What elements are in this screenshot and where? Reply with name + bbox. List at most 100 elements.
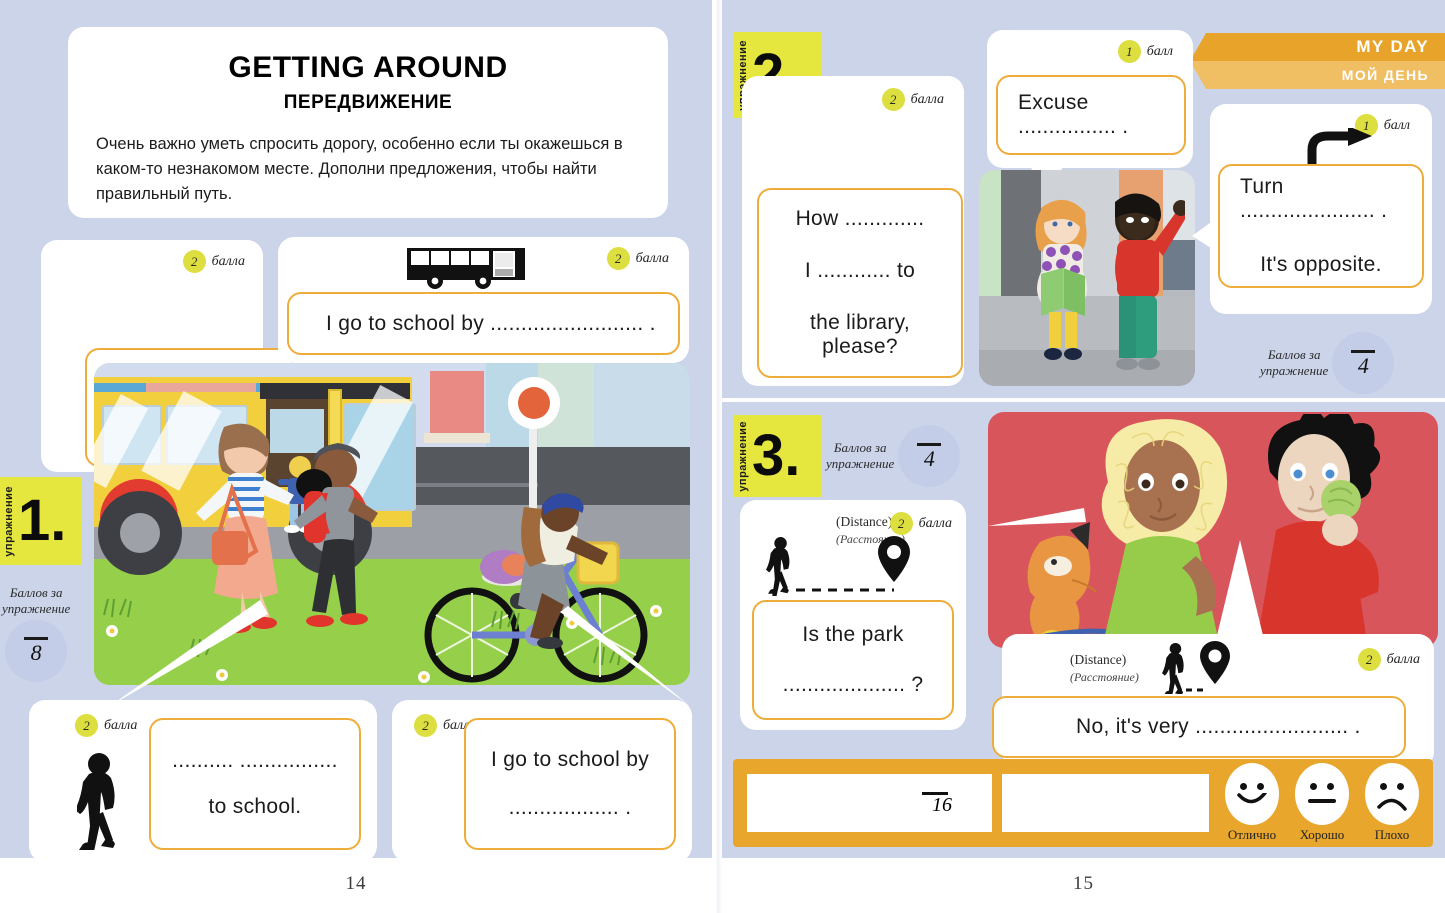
points-badge: 2 балла (881, 88, 944, 111)
answer-line-1: Excuse ................ . (1018, 91, 1129, 138)
total-score-box[interactable]: 16 (747, 774, 992, 832)
answer-box-library[interactable]: How ............. I ............ to the … (757, 188, 963, 378)
score-denominator: 4 (1357, 352, 1369, 378)
answer-box-park[interactable]: Is the park .................... ? (752, 600, 954, 720)
score-label-1: Баллов за (833, 439, 887, 455)
walking-person-icon (77, 753, 115, 850)
card-no-its-very: (Distance) (Расстояние) 2 балла No, it's… (992, 634, 1434, 768)
neutral-face-icon (1295, 763, 1349, 825)
notes-box[interactable] (1002, 774, 1209, 832)
points-badge: 2 балла (606, 247, 669, 270)
section-divider (722, 398, 1445, 402)
mood-face-happy[interactable]: Отлично (1225, 763, 1279, 843)
answer-box-bus[interactable]: I go to school by ......................… (287, 292, 680, 355)
header-card: GETTING AROUND ПЕРЕДВИЖЕНИЕ Очень важно … (68, 27, 668, 218)
answer-box-excuse[interactable]: Excuse ................ . (996, 75, 1186, 155)
page-title-ru: ПЕРЕДВИЖЕНИЕ (283, 92, 453, 113)
score-label-2: упражнение (826, 456, 895, 471)
answer-box-turn[interactable]: Turn ...................... . It's oppos… (1218, 164, 1424, 288)
total-denominator: 16 (932, 793, 952, 816)
points-value: 2 (881, 88, 905, 111)
poster (430, 371, 484, 433)
points-value: 2 (1357, 648, 1381, 671)
exercise-number: 1. (18, 488, 67, 554)
distance-label-en: (Distance) (1070, 652, 1127, 667)
score-circle[interactable]: 8 (5, 619, 68, 682)
answer-line-1: I go to school by ......................… (326, 311, 656, 335)
self-assessment-bar: 16 Отлично Хорошо Плохо (733, 759, 1433, 847)
score-label-2: упражнение (2, 601, 71, 617)
exercise-number: 3. (752, 423, 801, 489)
workbook-spread: GETTING AROUND ПЕРЕДВИЖЕНИЕ Очень важно … (0, 0, 1445, 913)
points-badge: 2 балла (1357, 648, 1420, 671)
man-pointing (1115, 193, 1185, 370)
points-value: 1 (1117, 40, 1141, 63)
score-circle[interactable]: 4 (1332, 332, 1395, 394)
kids-illustration (988, 412, 1438, 648)
answer-box-go-by[interactable]: I go to school by .................. . (464, 718, 676, 850)
exercise-3-score: Баллов за упражнение 4 (826, 425, 961, 487)
bus-stripe-pink (146, 383, 256, 392)
happy-face-icon (1225, 763, 1279, 825)
mood-face-neutral[interactable]: Хорошо (1295, 763, 1349, 843)
boy-with-ice-cream (1256, 414, 1380, 648)
points-word: балла (1386, 651, 1420, 667)
answer-line-1: No, it's very ......................... … (1076, 715, 1361, 738)
score-label-2: упражнение (1260, 363, 1329, 378)
speech-tail (1192, 220, 1214, 250)
right-page-number: 15 (1073, 873, 1094, 894)
score-label-1: Баллов за (1267, 346, 1321, 362)
exercise-label: упражнение (3, 485, 15, 557)
smile-mouth (1237, 793, 1267, 804)
points-word: балл (1146, 43, 1173, 59)
section-banner: MY DAY МОЙ ДЕНЬ (1190, 33, 1445, 89)
bus-icon (407, 248, 525, 289)
answer-box-no[interactable]: No, it's very ......................... … (992, 696, 1406, 758)
poster-base (424, 433, 490, 443)
banner-title-en: MY DAY (1190, 33, 1445, 61)
speech-wedge-left (988, 508, 1086, 526)
answer-line-1: Is the park (802, 623, 904, 646)
mood-label: Отлично (1227, 827, 1277, 842)
answer-line-1: Turn ...................... . (1240, 175, 1388, 222)
card-excuse: 1 балл Excuse ................ . (987, 30, 1193, 208)
card-bus: 2 балла I go to school by ..............… (278, 237, 689, 363)
points-word: балла (918, 515, 952, 531)
neutral-mouth (1308, 799, 1336, 803)
exercise-1-score: Баллов за упражнение 8 (2, 585, 70, 682)
left-page-number: 14 (345, 873, 367, 894)
points-word: балл (1383, 117, 1410, 133)
banner-title-ru: МОЙ ДЕНЬ (1190, 61, 1445, 89)
score-denominator: 8 (30, 640, 42, 665)
card-go-by: 2 балла I go to school by ..............… (392, 700, 692, 862)
left-page: GETTING AROUND ПЕРЕДВИЖЕНИЕ Очень важно … (0, 0, 712, 913)
exercise-3-tab: упражнение 3. (734, 415, 822, 497)
answer-box-walk[interactable]: .......... ................ to school. (149, 718, 361, 850)
mood-label: Плохо (1374, 827, 1410, 842)
points-badge: 2 балла (889, 512, 952, 535)
points-value: 2 (606, 247, 630, 270)
distance-label-ru: (Расстояние) (1070, 670, 1139, 684)
mood-label: Хорошо (1299, 827, 1345, 842)
exercise-1-tab: упражнение 1. (0, 477, 82, 565)
card-how-library: 2 балла How ............. I ............… (742, 76, 964, 386)
points-badge: 1 балл (1117, 40, 1173, 63)
mood-face-sad[interactable]: Плохо (1365, 763, 1419, 843)
answer-line-1: I go to school by (490, 748, 650, 771)
answer-line-3: the library, please? (809, 311, 911, 358)
points-value: 2 (75, 714, 98, 737)
score-circle[interactable]: 4 (898, 425, 961, 487)
score-label-1: Баллов за (9, 585, 63, 600)
frown-mouth (1377, 798, 1407, 811)
page-gutter (712, 0, 722, 913)
points-value: 2 (889, 512, 913, 535)
answer-line-2: It's opposite. (1260, 253, 1382, 276)
points-word: балла (635, 250, 669, 266)
answer-line-2: .................... ? (782, 673, 924, 696)
card-walk: 2 балла .......... ................ to s… (29, 700, 377, 862)
points-word: балла (211, 253, 245, 269)
tail-to-by-card (560, 606, 690, 706)
page-title-en: GETTING AROUND (228, 51, 508, 84)
mood-faces: Отлично Хорошо Плохо (1225, 763, 1419, 843)
answer-line-2: to school. (208, 795, 302, 818)
